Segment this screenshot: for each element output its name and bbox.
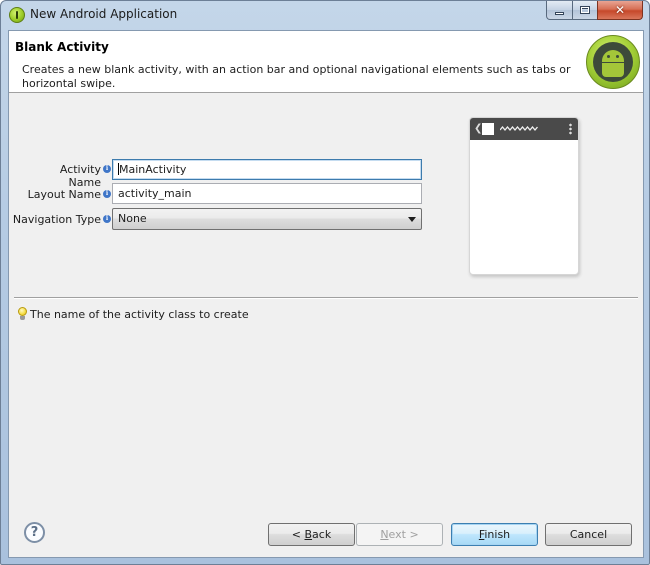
window-title: New Android Application xyxy=(30,7,178,21)
close-button[interactable]: ✕ xyxy=(597,1,643,20)
minimize-button[interactable] xyxy=(546,1,573,20)
logo-eye-left xyxy=(607,55,610,58)
minimize-icon xyxy=(555,11,564,15)
page-description: Creates a new blank activity, with an ac… xyxy=(22,63,571,90)
wizard-header: Blank Activity Creates a new blank activ… xyxy=(9,31,643,93)
next-label: ext > xyxy=(388,528,419,541)
back-prefix: < xyxy=(291,528,305,541)
layout-name-field[interactable]: activity_main xyxy=(112,183,422,204)
maximize-icon xyxy=(580,6,590,14)
separator xyxy=(14,297,638,299)
dropdown-arrow-icon xyxy=(408,217,416,222)
activity-name-label: Activity Name xyxy=(59,163,101,189)
maximize-button[interactable] xyxy=(572,1,598,20)
close-icon: ✕ xyxy=(614,3,626,17)
info-icon: i xyxy=(103,165,111,173)
navigation-type-label: Navigation Type xyxy=(12,213,101,226)
lightbulb-icon xyxy=(18,307,27,321)
android-logo-icon xyxy=(586,35,640,89)
finish-button[interactable]: Finish xyxy=(451,523,538,546)
back-label: ack xyxy=(312,528,332,541)
activity-name-field[interactable]: MainActivity xyxy=(112,159,422,180)
page-title: Blank Activity xyxy=(15,40,109,54)
dialog-window: New Android Application ✕ Blank Activity… xyxy=(0,0,650,565)
back-mnemonic: B xyxy=(304,528,313,541)
next-mnemonic: N xyxy=(380,528,389,541)
bulb-glass xyxy=(18,307,27,316)
info-icon: i xyxy=(103,190,111,198)
navigation-type-select[interactable]: None xyxy=(112,208,422,230)
android-app-icon xyxy=(9,7,25,23)
layout-name-label: Layout Name xyxy=(27,188,101,201)
next-button[interactable]: Next > xyxy=(356,523,443,546)
navigation-type-value: None xyxy=(118,212,147,225)
info-icon: i xyxy=(103,215,111,223)
wizard-content: Blank Activity Creates a new blank activ… xyxy=(8,30,644,558)
back-button[interactable]: < Back xyxy=(268,523,355,546)
preview-title-squiggle-icon xyxy=(500,126,538,132)
preview-app-icon xyxy=(482,123,494,135)
help-button[interactable]: ? xyxy=(24,522,45,543)
logo-android-body xyxy=(602,63,624,77)
layout-name-value: activity_main xyxy=(118,187,192,200)
hint-text: The name of the activity class to create xyxy=(30,308,249,321)
preview-overflow-menu-icon xyxy=(569,123,572,135)
bulb-base xyxy=(20,316,25,320)
activity-preview: ❮ xyxy=(469,117,579,275)
logo-eye-right xyxy=(616,55,619,58)
cancel-button[interactable]: Cancel xyxy=(545,523,632,546)
preview-action-bar: ❮ xyxy=(470,118,578,140)
title-bar[interactable]: New Android Application ✕ xyxy=(1,1,649,29)
activity-name-value: MainActivity xyxy=(119,163,187,176)
finish-label: inish xyxy=(484,528,511,541)
